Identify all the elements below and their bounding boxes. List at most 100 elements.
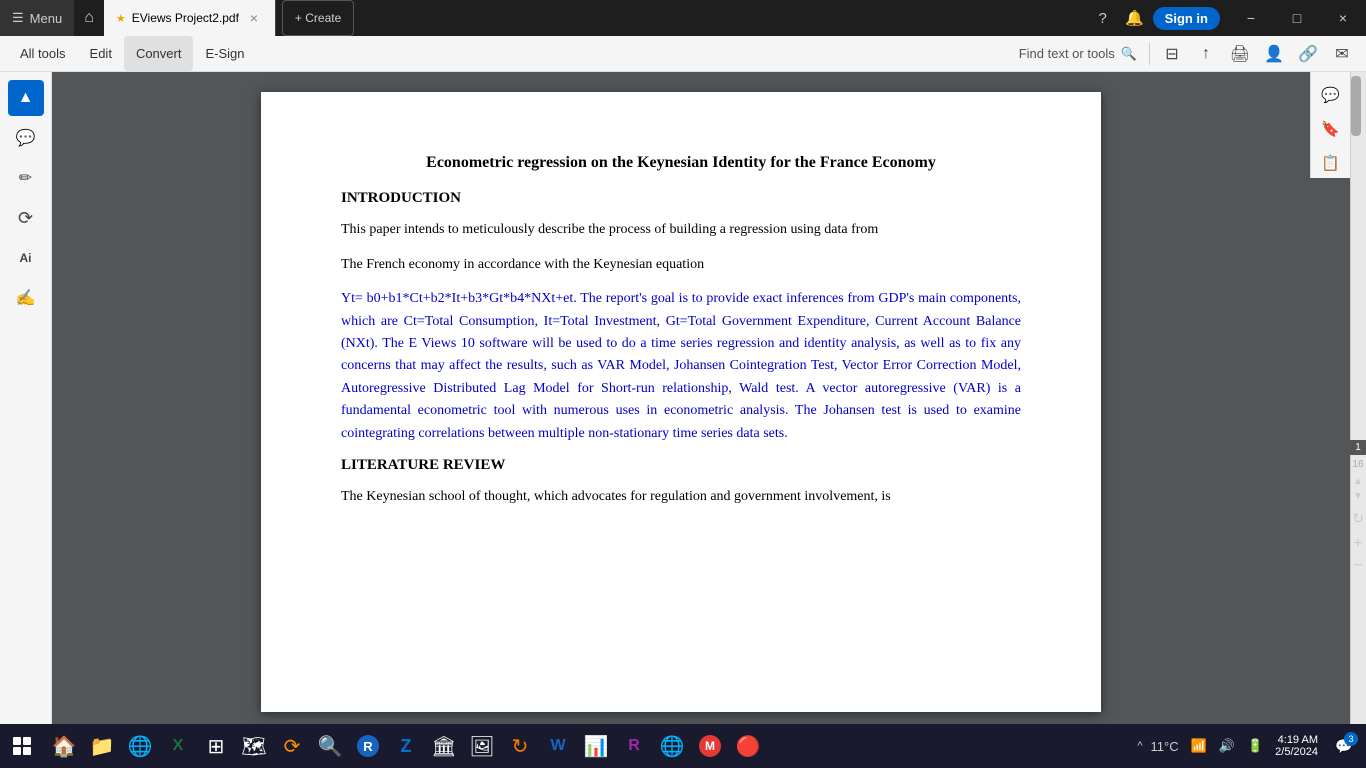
mail-icon: ✉	[1335, 44, 1348, 64]
edit-label: Edit	[90, 46, 112, 61]
taskbar-chart-icon[interactable]: 📊	[578, 728, 614, 764]
print-button[interactable]: 🖨	[1224, 38, 1256, 70]
taskbar-m-icon[interactable]: M	[692, 728, 728, 764]
link-button[interactable]: 🔗	[1292, 38, 1324, 70]
profile-button[interactable]: 👤	[1258, 38, 1290, 70]
taskbar-excel-icon[interactable]: X	[160, 728, 196, 764]
pdf-area: Econometric regression on the Keynesian …	[52, 72, 1310, 724]
page-total: 16	[1352, 459, 1363, 470]
clock[interactable]: 4:19 AM 2/5/2024	[1271, 734, 1322, 758]
volume-icon[interactable]: 🔊	[1215, 738, 1239, 754]
menu-button[interactable]: ☰ Menu	[0, 0, 74, 36]
all-tools-label: All tools	[20, 46, 66, 61]
taskbar-history-icon[interactable]: 🏛	[426, 728, 462, 764]
window-controls: − □ ×	[1228, 0, 1366, 36]
signature-tool[interactable]: ✍	[8, 280, 44, 316]
signature-icon: ✍	[16, 288, 36, 308]
minimize-button[interactable]: −	[1228, 0, 1274, 36]
date-display: 2/5/2024	[1275, 746, 1318, 758]
taskbar-acrobat-icon[interactable]: 🔴	[730, 728, 766, 764]
right-comment-tool[interactable]: 💬	[1316, 80, 1346, 110]
taskbar-windows-grid-icon[interactable]: ⊞	[198, 728, 234, 764]
maximize-button[interactable]: □	[1274, 0, 1320, 36]
pdf-title: Econometric regression on the Keynesian …	[341, 152, 1021, 174]
menubar-right: Find text or tools 🔍 ⊟ ↑ 🖨 👤 🔗 ✉	[1019, 38, 1358, 70]
left-sidebar: ▲ 💬 ✏ ⟳ Ai ✍	[0, 72, 52, 724]
ocr-icon: Ai	[20, 251, 32, 265]
taskbar-orange-icon[interactable]: ⟳	[274, 728, 310, 764]
save-icon: ⊟	[1165, 44, 1178, 64]
refresh-button[interactable]: ↻	[1352, 510, 1364, 527]
tray-arrow: ^	[1137, 740, 1142, 752]
signin-label: Sign in	[1165, 11, 1208, 26]
pdf-page: Econometric regression on the Keynesian …	[261, 92, 1101, 712]
signin-button[interactable]: Sign in	[1153, 7, 1220, 30]
right-sidebar: 💬 🔖 📋	[1310, 72, 1350, 178]
taskbar-maps-icon[interactable]: 🗺	[236, 728, 272, 764]
help-button[interactable]: ?	[1089, 4, 1117, 32]
menu-label: Menu	[30, 11, 63, 26]
taskbar-home-icon[interactable]: 🏠	[46, 728, 82, 764]
taskbar-image-icon[interactable]: 🖼	[464, 728, 500, 764]
save-button[interactable]: ⊟	[1156, 38, 1188, 70]
tab-bar: ★ EViews Project2.pdf × + Create	[104, 0, 1081, 36]
taskbar-browser-icon[interactable]: 🌐	[654, 728, 690, 764]
select-tool[interactable]: ▲	[8, 80, 44, 116]
titlebar: ☰ Menu ⌂ ★ EViews Project2.pdf × + Creat…	[0, 0, 1366, 36]
windows-icon	[13, 737, 31, 755]
scroll-down-button[interactable]: ▼	[1353, 491, 1363, 502]
wifi-icon: 📶	[1187, 738, 1211, 754]
scroll-up-button[interactable]: ▲	[1353, 476, 1363, 487]
intro-heading: INTRODUCTION	[341, 190, 1021, 207]
menu-convert[interactable]: Convert	[124, 36, 194, 71]
upload-icon: ↑	[1202, 45, 1210, 63]
menu-all-tools[interactable]: All tools	[8, 36, 78, 71]
main-area: ▲ 💬 ✏ ⟳ Ai ✍ Econometric regression on t…	[0, 72, 1366, 724]
notifications-button-taskbar[interactable]: 💬 3	[1326, 728, 1362, 764]
system-tray[interactable]: ^	[1137, 740, 1142, 752]
taskbar-files-icon[interactable]: 📁	[84, 728, 120, 764]
para-2: The French economy in accordance with th…	[341, 254, 1021, 276]
para-3: Yt= b0+b1*Ct+b2*It+b3*Gt*b4*NXt+et. The …	[341, 288, 1021, 445]
link-icon: 🔗	[1298, 44, 1318, 64]
menu-edit[interactable]: Edit	[78, 36, 124, 71]
notifications-button[interactable]: 🔔	[1121, 4, 1149, 32]
taskbar-search-icon[interactable]: 🔍	[312, 728, 348, 764]
weather-temp[interactable]: 11°C	[1147, 739, 1183, 754]
maximize-icon: □	[1293, 10, 1301, 26]
highlight-tool[interactable]: ✏	[8, 160, 44, 196]
tab-close-button[interactable]: ×	[245, 9, 263, 27]
find-text-button[interactable]: Find text or tools 🔍	[1019, 46, 1137, 62]
comment-tool[interactable]: 💬	[8, 120, 44, 156]
pdf-scroll-area[interactable]: Econometric regression on the Keynesian …	[52, 72, 1310, 724]
upload-button[interactable]: ↑	[1190, 38, 1222, 70]
start-button[interactable]	[4, 728, 40, 764]
star-icon: ★	[116, 12, 126, 25]
taskbar-r2-icon[interactable]: R	[616, 728, 652, 764]
para-1: This paper intends to meticulously descr…	[341, 219, 1021, 241]
menu-esign[interactable]: E-Sign	[193, 36, 256, 71]
zoom-in-button[interactable]: +	[1353, 535, 1362, 553]
find-text-label: Find text or tools	[1019, 46, 1115, 61]
create-tab-button[interactable]: + Create	[282, 0, 354, 36]
hamburger-icon: ☰	[12, 10, 24, 26]
taskbar-r-icon[interactable]: R	[350, 728, 386, 764]
crop-tool[interactable]: ⟳	[8, 200, 44, 236]
taskbar-refresh-icon[interactable]: ↻	[502, 728, 538, 764]
home-button[interactable]: ⌂	[74, 0, 104, 36]
taskbar-z-icon[interactable]: Z	[388, 728, 424, 764]
crop-icon: ⟳	[18, 208, 33, 229]
lit-heading: LITERATURE REVIEW	[341, 457, 1021, 474]
active-tab[interactable]: ★ EViews Project2.pdf ×	[104, 0, 276, 36]
print-icon: 🖨	[1230, 44, 1250, 64]
scrollbar-track[interactable]: 1 16 ▲ ▼ ↻ + −	[1350, 72, 1366, 724]
right-bookmark-tool[interactable]: 🔖	[1316, 114, 1346, 144]
taskbar-chrome-icon[interactable]: 🌐	[122, 728, 158, 764]
create-tab-label: + Create	[295, 11, 341, 25]
taskbar-word-icon[interactable]: W	[540, 728, 576, 764]
ocr-tool[interactable]: Ai	[8, 240, 44, 276]
right-panel: 💬 🔖 📋	[1310, 72, 1350, 724]
zoom-out-button[interactable]: −	[1353, 557, 1362, 575]
right-copy-tool[interactable]: 📋	[1316, 148, 1346, 178]
taskbar: 🏠 📁 🌐 X ⊞ 🗺 ⟳ 🔍 R Z 🏛 🖼 ↻ W 📊 R 🌐 M 🔴 ^ …	[0, 724, 1366, 768]
